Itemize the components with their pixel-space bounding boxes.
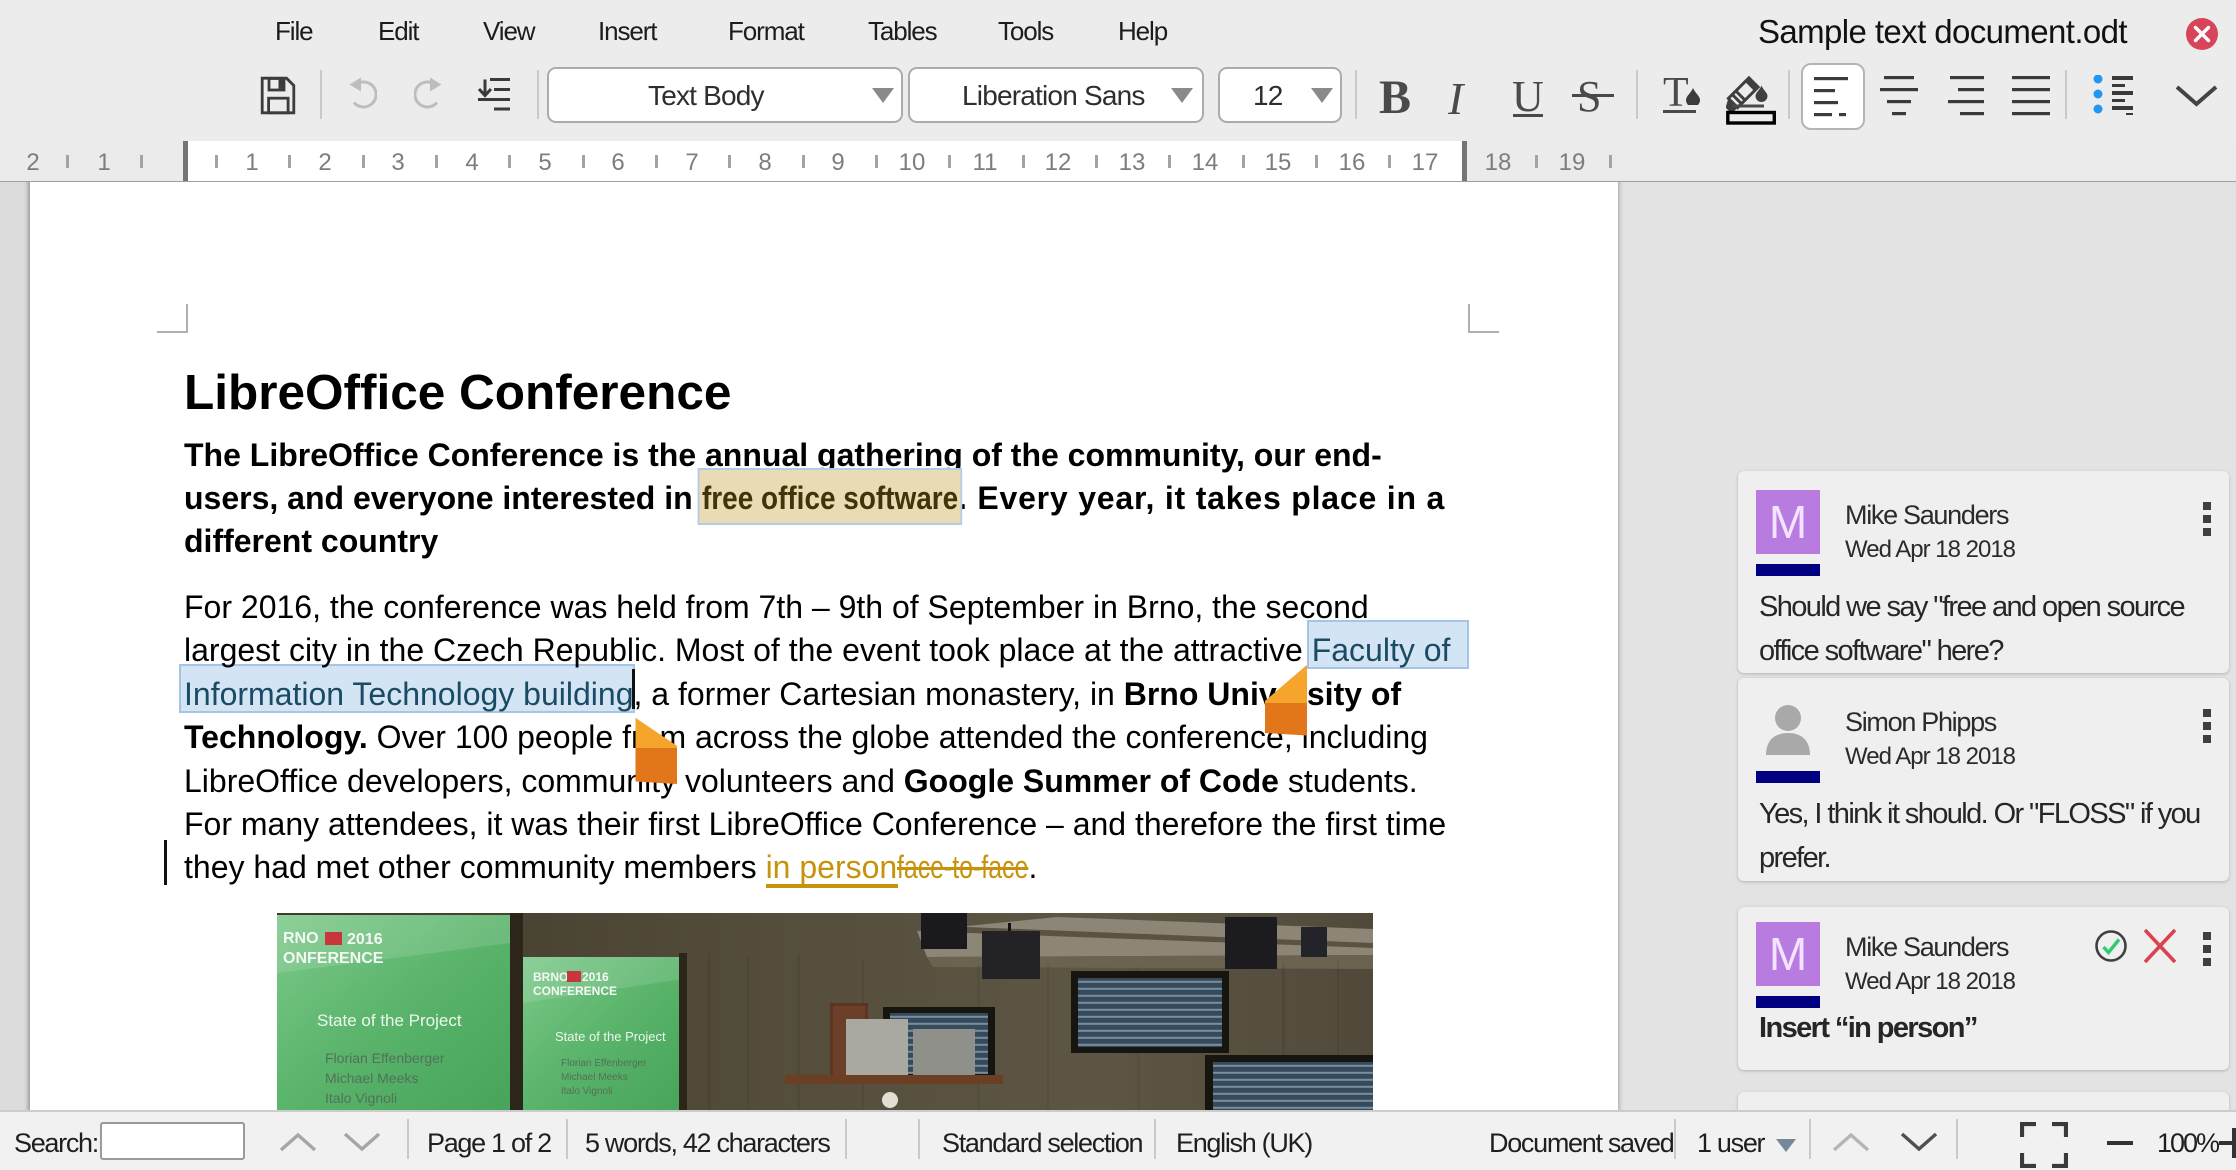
svg-text:Italo Vignoli: Italo Vignoli xyxy=(561,1086,613,1097)
svg-text:Michael Meeks: Michael Meeks xyxy=(325,1070,418,1086)
svg-text:Florian Effenberger: Florian Effenberger xyxy=(325,1050,445,1066)
svg-text:RNO: RNO xyxy=(283,930,319,947)
svg-text:CONFERENCE: CONFERENCE xyxy=(533,984,617,998)
svg-text:Florian Effenberger: Florian Effenberger xyxy=(561,1058,647,1069)
svg-text:2016: 2016 xyxy=(347,931,383,948)
svg-text:Michael Meeks: Michael Meeks xyxy=(561,1072,628,1083)
svg-text:BRNO: BRNO xyxy=(533,970,568,984)
svg-text:ONFERENCE: ONFERENCE xyxy=(283,950,384,967)
svg-text:Italo Vignoli: Italo Vignoli xyxy=(325,1090,397,1106)
svg-text:State of the Project: State of the Project xyxy=(317,1011,462,1030)
svg-text:State of the Project: State of the Project xyxy=(555,1029,666,1044)
svg-text:2016: 2016 xyxy=(582,970,609,984)
